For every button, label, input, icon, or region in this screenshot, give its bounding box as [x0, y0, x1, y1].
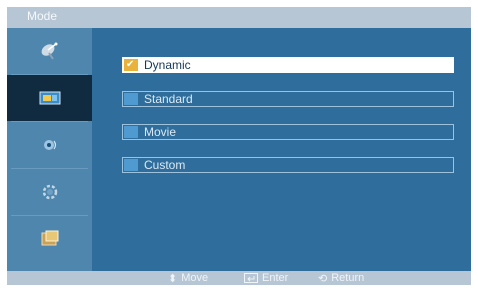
option-dynamic[interactable]: ✔ Dynamic [122, 57, 454, 73]
sidebar-item-picture[interactable] [7, 75, 92, 121]
check-icon: ✔ [126, 59, 135, 70]
picture-icon [39, 90, 61, 106]
hint-move: ⬍ Move [168, 271, 208, 285]
osd-window: Mode ✔ Dynamic Standard Movie Custom ⬍ M… [7, 7, 471, 285]
sidebar [7, 28, 92, 271]
option-custom[interactable]: Custom [122, 157, 454, 173]
input-icon [40, 230, 60, 248]
option-label: Movie [144, 125, 177, 139]
updown-arrow-icon: ⬍ [168, 272, 178, 285]
option-marker [124, 159, 138, 171]
option-label: Custom [144, 158, 186, 172]
setup-gear-icon [41, 183, 59, 201]
sidebar-item-setup[interactable] [7, 169, 92, 215]
window-title: Mode [27, 9, 58, 23]
footer-hint-bar: ⬍ Move Enter ⟲ Return [7, 271, 471, 285]
return-label: Return [331, 272, 365, 284]
option-marker [124, 93, 138, 105]
sidebar-item-sound[interactable] [7, 122, 92, 168]
option-label: Dynamic [144, 58, 191, 72]
satellite-dish-icon [39, 41, 61, 61]
hint-return: ⟲ Return [318, 271, 364, 285]
enter-icon [244, 273, 258, 283]
option-marker: ✔ [124, 59, 138, 71]
title-bar: Mode [7, 7, 471, 28]
return-icon: ⟲ [318, 272, 328, 285]
enter-label: Enter [262, 272, 289, 284]
sound-icon [41, 137, 59, 153]
move-label: Move [181, 272, 209, 284]
sidebar-item-input[interactable] [7, 216, 92, 262]
option-movie[interactable]: Movie [122, 124, 454, 140]
option-standard[interactable]: Standard [122, 91, 454, 107]
sidebar-item-channel[interactable] [7, 28, 92, 74]
option-label: Standard [144, 92, 193, 106]
option-marker [124, 126, 138, 138]
mode-options-panel: ✔ Dynamic Standard Movie Custom [92, 28, 471, 271]
hint-enter: Enter [244, 271, 288, 285]
